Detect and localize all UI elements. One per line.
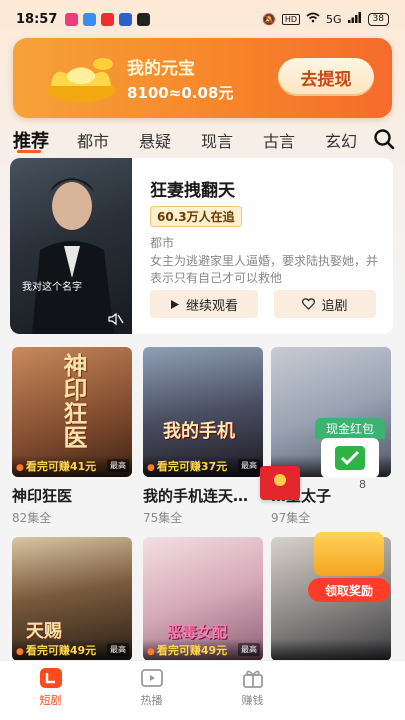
cash-red-packet-widget[interactable]: 现金红包 8 [315,418,385,491]
tab-fantasy[interactable]: 玄幻 [310,128,372,152]
cash-widget-title: 现金红包 [315,418,385,439]
drama-poster[interactable]: 神印狂医 看完可赚41元 最高 [12,347,132,477]
gold-ingot-icon [47,58,115,102]
drama-poster[interactable]: 我的手机 看完可赚37元 最高 [143,347,263,477]
play-square-icon [39,668,62,688]
nav-earn[interactable]: 赚钱 [202,661,303,720]
featured-drama-card[interactable]: 我对这个名字 狂妻拽翻天 60.3万人在追 都市 女主为逃避家里人逼婚，要求陆执… [10,158,393,334]
category-tabs: 推荐 都市 悬疑 现言 古言 玄幻 [0,124,405,156]
nav-profile[interactable] [303,661,404,720]
wifi-icon [306,12,320,26]
featured-genre: 都市 [150,236,175,250]
app-notification-icon [119,12,133,26]
gift-icon [242,670,263,688]
signal-label: 5G [326,12,342,26]
earn-reward-label: 看完可赚49元 [16,642,96,658]
mute-speaker-icon[interactable] [108,312,124,326]
red-envelope-icon[interactable] [260,466,300,500]
poster-subtitle: 我对这个名字 [22,282,82,293]
withdraw-button[interactable]: 去提现 [278,58,374,96]
drama-card[interactable]: 神印狂医 看完可赚41元 最高 神印狂医 82集全 [12,347,132,526]
earn-reward-label: 看完可赚37元 [147,458,227,474]
nav-label: 赚钱 [241,694,264,707]
battery-icon: 38 [367,12,389,26]
continue-watching-label: 继续观看 [185,298,238,314]
tab-modern-romance[interactable]: 现言 [186,128,248,152]
wechat-pay-icon [321,438,379,478]
earn-reward-label: 看完可赚49元 [147,642,227,658]
poster-art-title: 我的手机 [163,421,235,442]
follow-drama-label: 追剧 [321,298,348,314]
max-tag: 最高 [238,459,260,472]
status-time: 18:57 [16,11,58,27]
nav-trending[interactable]: 热播 [101,661,202,720]
max-tag: 最高 [238,643,260,656]
episode-count: 97集全 [271,511,311,525]
viewer-count-badge: 60.3万人在追 [150,206,242,227]
featured-description: 女主为逃避家里人逼婚，要求陆执娶她，并表示只有自己才可以救他 [150,254,379,285]
max-tag: 最高 [107,643,129,656]
episode-count: 82集全 [12,511,52,525]
nav-short-drama[interactable]: 短剧 [0,661,101,720]
app-notification-icon [83,12,97,26]
video-icon [140,669,163,687]
active-tab-indicator [17,150,41,153]
drama-card[interactable]: 天赐 看完可赚49元 最高 [12,537,132,661]
tab-suspense[interactable]: 悬疑 [124,128,186,152]
earn-reward-label: 看完可赚41元 [16,458,96,474]
mute-icon: 🔕 [262,12,276,26]
status-bar: 18:57 🔕 HD 5G 38 [0,0,405,38]
ingot-balance-banner[interactable]: 我的元宝 8100≈0.08元 去提现 [13,38,392,118]
featured-poster[interactable]: 我对这个名字 [10,158,132,334]
heart-icon [302,298,316,310]
drama-poster[interactable]: 天赐 看完可赚49元 最高 [12,537,132,661]
episode-count: 75集全 [143,511,183,525]
ingot-amount: 8100≈0.08元 [127,84,234,102]
network-label: HD [281,13,301,25]
banner-title: 我的元宝 [127,59,195,79]
poster-overlay [271,639,391,661]
app-notification-icon [65,12,79,26]
poster-figure [32,178,114,334]
featured-title[interactable]: 狂妻拽翻天 [150,176,235,201]
drama-poster[interactable]: 恶毒女配 看完可赚49元 最高 [143,537,263,661]
bottom-navigation: 短剧 热播 赚钱 [0,660,405,720]
drama-title[interactable]: 神印狂医 [12,485,132,506]
drama-title[interactable]: 我的手机连天… [143,485,263,506]
search-icon[interactable] [373,128,395,150]
drama-card[interactable]: 我的手机 看完可赚37元 最高 我的手机连天… 75集全 [143,347,263,526]
cash-widget-counter: 8 [359,478,366,491]
poster-art-title: 神印狂医 [59,353,87,449]
tab-ancient-romance[interactable]: 古言 [248,128,310,152]
claim-reward-button[interactable]: 领取奖励 [308,578,390,602]
tab-urban[interactable]: 都市 [62,128,124,152]
app-notification-icon [137,12,151,26]
max-tag: 最高 [107,459,129,472]
drama-card[interactable]: 恶毒女配 看完可赚49元 最高 [143,537,263,661]
continue-watching-button[interactable]: 继续观看 [150,290,258,318]
signal-icon [347,12,362,26]
claim-reward-widget[interactable]: 领取奖励 [306,528,392,606]
app-notification-icon [101,12,115,26]
gift-box-icon [314,532,384,576]
follow-drama-button[interactable]: 追剧 [274,290,376,318]
nav-label: 热播 [140,694,163,707]
nav-label: 短剧 [39,694,62,707]
play-icon [170,299,179,309]
